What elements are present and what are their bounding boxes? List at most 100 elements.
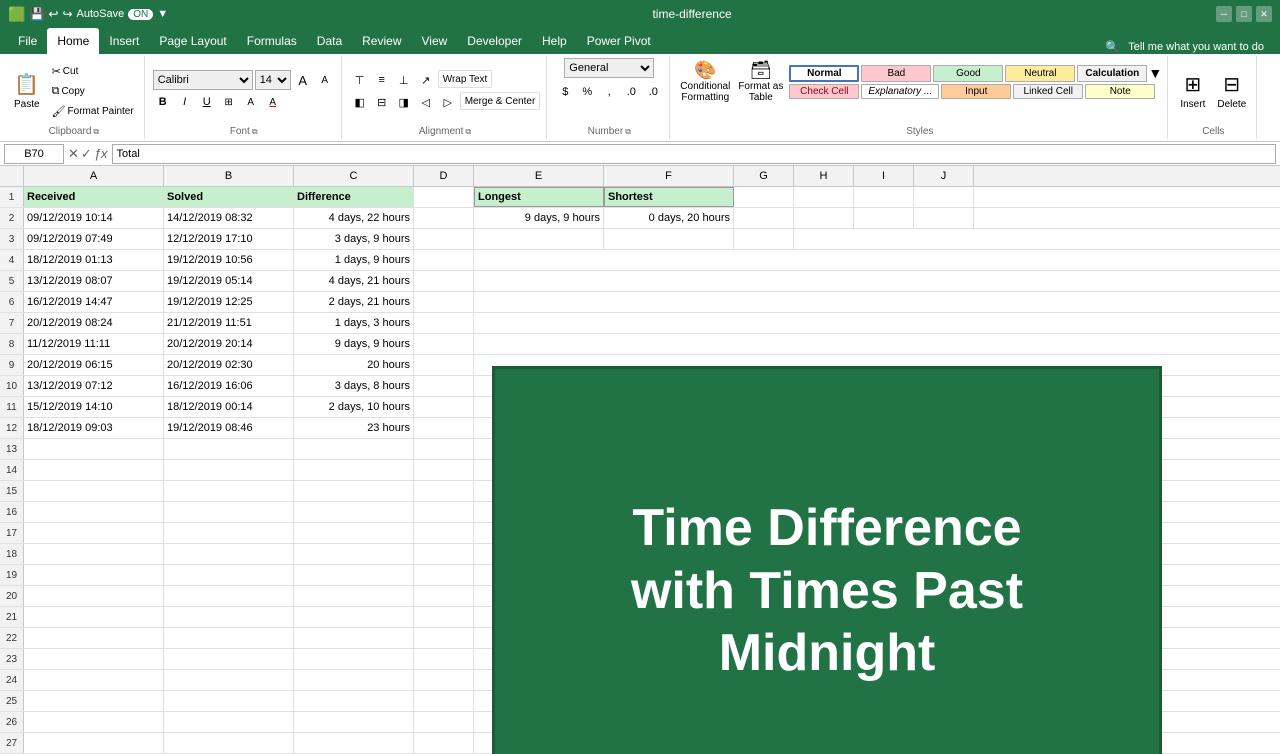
cell-name-input[interactable]: B70 (4, 144, 64, 164)
fill-color-button[interactable]: A (241, 92, 261, 112)
font-size-increase-button[interactable]: A (293, 70, 313, 90)
grid-cell[interactable]: 20/12/2019 02:30 (164, 355, 294, 375)
format-painter-button[interactable]: 🖌 Format Painter (48, 102, 138, 120)
style-calculation[interactable]: Calculation (1077, 65, 1147, 82)
grid-cell[interactable]: 12/12/2019 17:10 (164, 229, 294, 249)
grid-cell-longest-label[interactable]: Longest (474, 187, 604, 207)
grid-cell[interactable] (414, 355, 474, 375)
grid-cell[interactable]: 9 days, 9 hours (294, 334, 414, 354)
grid-cell[interactable] (414, 271, 474, 291)
style-neutral[interactable]: Neutral (1005, 65, 1075, 82)
grid-cell[interactable] (414, 397, 474, 417)
more-commands-icon[interactable]: ▼ (157, 8, 168, 20)
accounting-format-button[interactable]: $ (555, 82, 575, 102)
grid-cell[interactable]: 1 days, 3 hours (294, 313, 414, 333)
grid-cell[interactable] (854, 208, 914, 228)
grid-cell-longest-value[interactable]: 9 days, 9 hours (474, 208, 604, 228)
grid-cell[interactable]: 20 hours (294, 355, 414, 375)
grid-cell[interactable]: 18/12/2019 00:14 (164, 397, 294, 417)
col-header-h[interactable]: H (794, 166, 854, 186)
align-top-button[interactable]: ⊤ (350, 70, 370, 90)
grid-cell[interactable]: 20/12/2019 06:15 (24, 355, 164, 375)
grid-cell[interactable] (734, 229, 794, 249)
maximize-button[interactable]: □ (1236, 6, 1252, 22)
grid-cell[interactable]: 19/12/2019 12:25 (164, 292, 294, 312)
font-size-decrease-button[interactable]: A (315, 70, 335, 90)
underline-button[interactable]: U (197, 92, 217, 112)
cut-button[interactable]: ✂ Cut (48, 62, 138, 80)
grid-cell[interactable] (414, 292, 474, 312)
tab-formulas[interactable]: Formulas (237, 28, 307, 54)
insert-button[interactable]: ⊞ Insert (1176, 63, 1209, 119)
style-bad[interactable]: Bad (861, 65, 931, 82)
save-icon[interactable]: 💾 (29, 7, 44, 21)
indent-decrease-button[interactable]: ◁ (416, 92, 436, 112)
grid-cell[interactable] (294, 439, 414, 459)
close-button[interactable]: ✕ (1256, 6, 1272, 22)
grid-cell[interactable]: 11/12/2019 11:11 (24, 334, 164, 354)
grid-cell[interactable]: 19/12/2019 08:46 (164, 418, 294, 438)
tab-data[interactable]: Data (307, 28, 352, 54)
italic-button[interactable]: I (175, 92, 195, 112)
grid-cell[interactable]: 23 hours (294, 418, 414, 438)
grid-cell[interactable]: 18/12/2019 01:13 (24, 250, 164, 270)
grid-cell[interactable]: 3 days, 9 hours (294, 229, 414, 249)
grid-cell-shortest-value[interactable]: 0 days, 20 hours (604, 208, 734, 228)
grid-cell[interactable] (24, 439, 164, 459)
window-controls[interactable]: ─ □ ✕ (1216, 6, 1272, 22)
grid-cell[interactable]: Difference (294, 187, 414, 207)
grid-cell[interactable]: Solved (164, 187, 294, 207)
grid-cell[interactable] (914, 208, 974, 228)
grid-cell[interactable] (414, 439, 474, 459)
grid-cell[interactable] (734, 187, 794, 207)
col-header-f[interactable]: F (604, 166, 734, 186)
grid-cell[interactable] (414, 250, 474, 270)
grid-cell[interactable] (414, 334, 474, 354)
grid-cell[interactable]: 09/12/2019 07:49 (24, 229, 164, 249)
tab-home[interactable]: Home (47, 28, 99, 54)
grid-cell[interactable] (854, 187, 914, 207)
wrap-text-button[interactable]: Wrap Text (438, 70, 493, 88)
indent-increase-button[interactable]: ▷ (438, 92, 458, 112)
tab-review[interactable]: Review (352, 28, 411, 54)
grid-cell[interactable] (474, 229, 604, 249)
col-header-c[interactable]: C (294, 166, 414, 186)
style-good[interactable]: Good (933, 65, 1003, 82)
alignment-expand-icon[interactable]: ⧉ (465, 127, 471, 137)
bold-button[interactable]: B (153, 92, 173, 112)
formula-cancel-icon[interactable]: ✕ (68, 146, 79, 162)
grid-cell[interactable]: 20/12/2019 08:24 (24, 313, 164, 333)
decimal-increase-button[interactable]: .0 (621, 82, 641, 102)
grid-cell[interactable]: Received (24, 187, 164, 207)
tab-page-layout[interactable]: Page Layout (149, 28, 236, 54)
undo-icon[interactable]: ↩ (48, 7, 58, 21)
grid-cell[interactable]: 2 days, 21 hours (294, 292, 414, 312)
formula-function-icon[interactable]: ƒx (94, 146, 108, 161)
tab-insert[interactable]: Insert (99, 28, 149, 54)
grid-cell[interactable]: 18/12/2019 09:03 (24, 418, 164, 438)
style-check-cell[interactable]: Check Cell (789, 84, 859, 99)
grid-cell[interactable] (164, 439, 294, 459)
search-bar[interactable]: Tell me what you want to do (1128, 41, 1264, 53)
grid-cell[interactable] (794, 187, 854, 207)
col-header-a[interactable]: A (24, 166, 164, 186)
autosave-toggle[interactable]: ON (128, 9, 153, 20)
tab-power-pivot[interactable]: Power Pivot (577, 28, 661, 54)
align-middle-button[interactable]: ≡ (372, 70, 392, 90)
styles-expand-icon[interactable]: ▼ (1149, 65, 1161, 82)
grid-cell[interactable]: 13/12/2019 08:07 (24, 271, 164, 291)
grid-cell[interactable] (794, 208, 854, 228)
grid-cell[interactable] (414, 418, 474, 438)
grid-cell[interactable] (414, 313, 474, 333)
align-bottom-button[interactable]: ⊥ (394, 70, 414, 90)
style-explanatory[interactable]: Explanatory ... (861, 84, 939, 99)
grid-cell[interactable]: 1 days, 9 hours (294, 250, 414, 270)
tab-view[interactable]: View (412, 28, 458, 54)
grid-cell[interactable]: 16/12/2019 14:47 (24, 292, 164, 312)
grid-cell[interactable]: 13/12/2019 07:12 (24, 376, 164, 396)
col-header-g[interactable]: G (734, 166, 794, 186)
col-header-d[interactable]: D (414, 166, 474, 186)
merge-center-button[interactable]: Merge & Center (460, 92, 541, 110)
delete-button[interactable]: ⊟ Delete (1213, 63, 1250, 119)
grid-cell[interactable] (734, 208, 794, 228)
